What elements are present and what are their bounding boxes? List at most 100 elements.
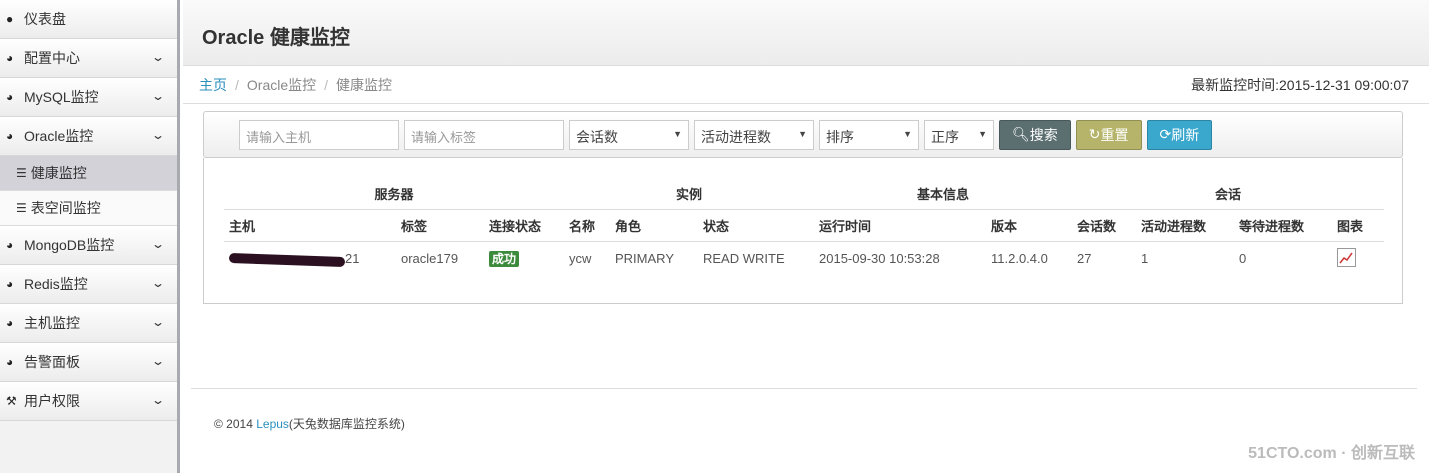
nav-redis[interactable]: ◕ Redis监控 ⌄: [0, 265, 177, 304]
caret-down-icon: ▼: [978, 128, 987, 139]
nav-label: 健康监控: [30, 165, 87, 181]
tag-cell: oracle179: [401, 251, 459, 266]
dashboard-icon: ◕: [6, 355, 14, 369]
sessions-cell: 27: [1077, 251, 1092, 266]
caret-down-icon: ▼: [798, 128, 807, 139]
sidebar: ● 仪表盘 ◕ 配置中心 ⌄ ◕ MySQL监控 ⌄ ◕ Oracle监控 ⌄ ☰ 健康监控 ☰…: [0, 0, 180, 473]
uptime-cell: 2015-09-30 10:53:28: [819, 251, 940, 266]
search-button[interactable]: 🔍︎ 搜索: [999, 119, 1071, 150]
caret-down-icon: ▼: [903, 128, 912, 139]
chevron-down-icon: ⌄: [150, 393, 166, 407]
nav-label: 配置中心: [24, 50, 80, 66]
tag-input[interactable]: 请输入标签: [404, 119, 564, 150]
group-instance: 实例: [564, 178, 814, 210]
col-host: 主机: [224, 209, 396, 242]
nav-host[interactable]: ◕ 主机监控 ⌄: [0, 304, 177, 343]
refresh-button[interactable]: ⟳ 刷新: [1146, 119, 1213, 150]
footer: © 2014 Lepus(天兔数据库监控系统): [191, 388, 1417, 432]
breadcrumb: 主页 / Oracle监控 / 健康监控 最新监控时间:2015-12-31 09:…: [183, 66, 1429, 104]
caret-down-icon: ▼: [673, 128, 682, 139]
chart-icon[interactable]: [1337, 248, 1356, 267]
nav-alarm[interactable]: ◕ 告警面板 ⌄: [0, 343, 177, 382]
group-basic: 基本信息: [814, 178, 1072, 210]
list-icon: ☰: [16, 201, 27, 215]
dashboard-icon: ◕: [6, 277, 14, 291]
state-cell: READ WRITE: [703, 251, 785, 266]
chart-cell: [1332, 242, 1384, 276]
col-sessions: 会话数: [1072, 209, 1136, 242]
nav-mysql[interactable]: ◕ MySQL监控 ⌄: [0, 78, 177, 117]
watermark-logo: 51CTO.com · 创新互联: [1248, 445, 1415, 462]
col-conn: 连接状态: [484, 209, 564, 242]
name-cell: ycw: [569, 251, 592, 266]
nav-oracle[interactable]: ◕ Oracle监控 ⌄: [0, 117, 177, 156]
group-server: 服务器: [224, 178, 564, 210]
nav-oracle-tablespace[interactable]: ☰ 表空间监控: [0, 191, 177, 226]
col-state: 状态: [698, 209, 814, 242]
nav-label: MongoDB监控: [24, 237, 115, 253]
dashboard-icon: ◕: [6, 90, 14, 104]
sort-select[interactable]: 排序 ▼: [819, 119, 919, 150]
nav-label: 主机监控: [24, 315, 80, 331]
list-icon: ☰: [16, 166, 27, 180]
chevron-down-icon: ⌄: [150, 50, 166, 64]
waiting-cell: 0: [1239, 251, 1247, 266]
second-field-select[interactable]: 活动进程数 ▼: [694, 119, 814, 150]
nav-label: 表空间监控: [30, 200, 101, 216]
dashboard-icon: ◕: [6, 316, 14, 330]
select-value: 活动进程数: [701, 128, 771, 145]
nav-oracle-health[interactable]: ☰ 健康监控: [0, 156, 177, 191]
reset-button[interactable]: ↻ 重置: [1075, 119, 1142, 150]
lepus-link[interactable]: Lepus: [256, 417, 289, 431]
nav-mongodb[interactable]: ◕ MongoDB监控 ⌄: [0, 226, 177, 265]
breadcrumb-oracle: Oracle监控: [246, 76, 317, 93]
col-waiting: 等待进程数: [1234, 209, 1332, 242]
version-cell: 11.2.0.4.0: [991, 251, 1048, 266]
chevron-down-icon: ⌄: [150, 315, 166, 329]
page-title: Oracle 健康监控: [183, 0, 1429, 66]
dashboard-icon: ◕: [6, 238, 14, 252]
nav-dashboard[interactable]: ● 仪表盘: [0, 0, 177, 39]
nav-label: 仪表盘: [24, 11, 66, 27]
breadcrumb-home[interactable]: 主页: [199, 75, 227, 95]
dashboard-icon: ◕: [6, 129, 14, 143]
last-monitor-time: 最新监控时间:2015-12-31 09:00:07: [1191, 76, 1409, 93]
col-name: 名称: [564, 209, 610, 242]
separator: /: [235, 76, 239, 93]
footer-suffix: (天兔数据库监控系统): [288, 417, 405, 431]
main-content: Oracle 健康监控 主页 / Oracle监控 / 健康监控 最新监控时间:20…: [183, 0, 1429, 473]
role-cell: PRIMARY: [615, 251, 674, 266]
host-cell: 21: [224, 242, 396, 276]
button-label: 刷新: [1171, 126, 1200, 143]
nav-config[interactable]: ◕ 配置中心 ⌄: [0, 39, 177, 78]
col-tag: 标签: [396, 209, 484, 242]
chevron-down-icon: ⌄: [150, 276, 166, 290]
table-row: 21 oracle179 成功 ycw PRIMARY READ WRITE 2…: [224, 242, 1384, 276]
chevron-down-icon: ⌄: [150, 128, 166, 142]
select-value: 排序: [826, 128, 854, 145]
direction-select[interactable]: 正序 ▼: [924, 119, 994, 150]
chevron-down-icon: ⌄: [150, 237, 166, 251]
button-label: 搜索: [1029, 126, 1058, 143]
host-input[interactable]: 请输入主机: [239, 119, 399, 150]
select-value: 正序: [931, 128, 959, 145]
order-field-select[interactable]: 会话数 ▼: [569, 119, 689, 150]
status-badge: 成功: [489, 251, 520, 267]
redaction-scribble: [228, 252, 346, 267]
conn-cell: 成功: [484, 242, 564, 276]
nav-label: 用户权限: [24, 393, 80, 409]
col-version: 版本: [986, 209, 1072, 242]
col-chart: 图表: [1332, 209, 1384, 242]
nav-label: 告警面板: [24, 354, 80, 370]
refresh-icon: ⟳: [1159, 126, 1172, 142]
col-role: 角色: [610, 209, 698, 242]
chevron-down-icon: ⌄: [150, 354, 166, 368]
health-table: 服务器 实例 基本信息 会话 主机 标签 连接状态 名称 角色 状态 运行时间 …: [224, 178, 1384, 275]
host-value: 21: [345, 251, 360, 266]
col-uptime: 运行时间: [814, 209, 986, 242]
copyright: © 2014: [214, 417, 257, 431]
nav-label: Redis监控: [24, 276, 88, 292]
separator: /: [324, 76, 329, 93]
select-value: 会话数: [576, 128, 618, 145]
nav-users[interactable]: ⚒ 用户权限 ⌄: [0, 382, 177, 421]
